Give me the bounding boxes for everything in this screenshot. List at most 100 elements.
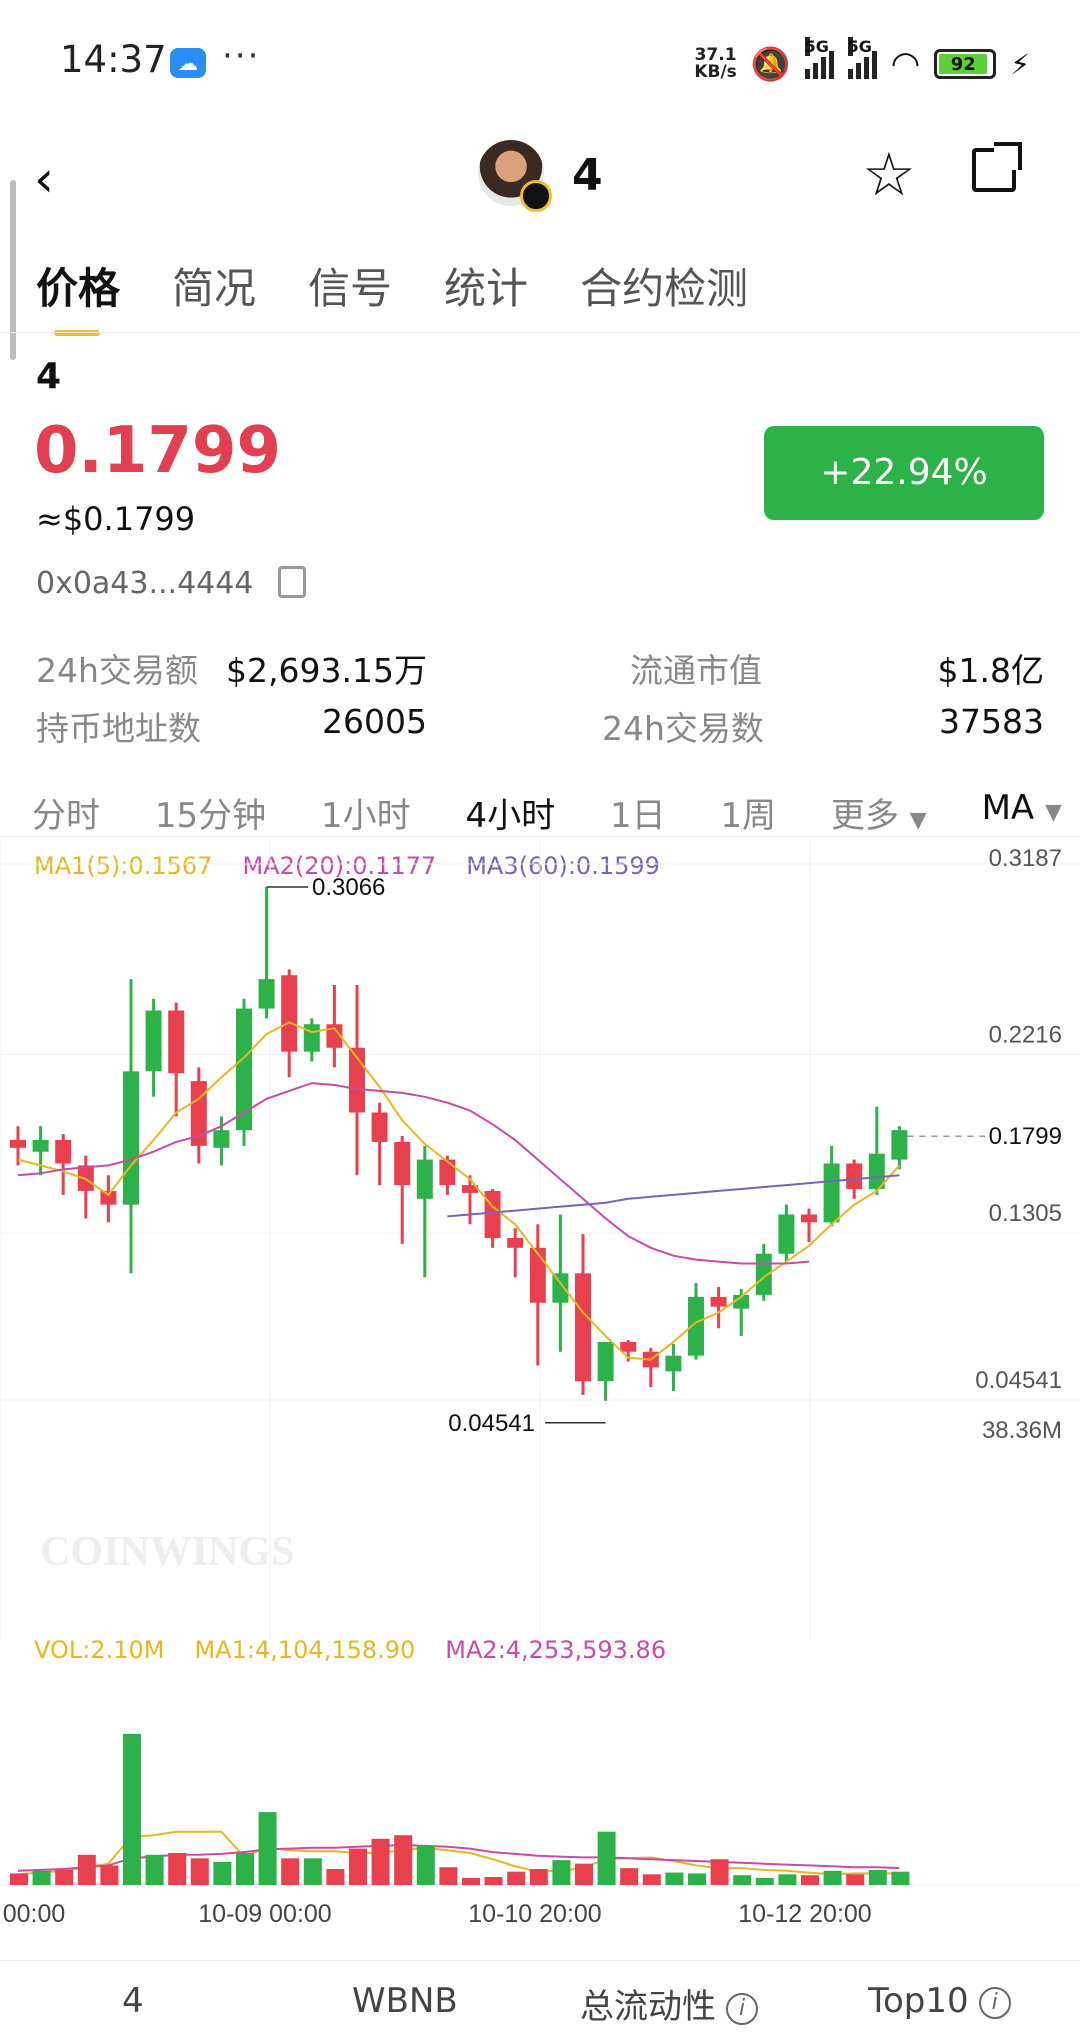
candle: [507, 1238, 524, 1248]
candle: [891, 1130, 908, 1160]
volume-bar: [32, 1870, 51, 1885]
volume-bar: [891, 1871, 910, 1885]
volume-bar: [77, 1854, 96, 1885]
candle: [801, 1214, 817, 1223]
vol24-value: $2,693.15万: [226, 651, 427, 690]
contract-address: 0x0a43...4444: [36, 566, 254, 601]
candle: [303, 1024, 320, 1052]
bottom-tab-liquidity[interactable]: 总流动性 i: [580, 1979, 758, 2028]
candle: [258, 979, 275, 1009]
x-tick-label: 00:00: [3, 1900, 66, 1928]
candle: [10, 1139, 26, 1148]
x-tick-label: 10-09 00:00: [198, 1900, 331, 1928]
mcap-label: 流通市值: [630, 651, 762, 690]
volume-bar: [145, 1854, 164, 1885]
volume-bar: [801, 1875, 819, 1885]
watermark: COINWINGS: [40, 1529, 294, 1575]
volume-bar: [733, 1875, 752, 1885]
candle: [439, 1159, 456, 1186]
share-icon[interactable]: [972, 142, 1022, 192]
low-label: 0.04541: [448, 1410, 535, 1437]
status-right: 37.1 KB/s 🔕 5G 5G ◠ 92 ⚡: [694, 37, 1030, 84]
tf-more[interactable]: 更多 ▼: [831, 788, 927, 837]
bottom-tabs: 4 WBNB 总流动性 i Top10 i: [0, 1960, 1080, 2040]
candle: [100, 1190, 117, 1205]
volume-bar: [846, 1874, 865, 1885]
status-bar: 14:37 ☁ ··· 37.1 KB/s 🔕 5G 5G ◠ 92 ⚡: [0, 0, 1080, 120]
volume-bar: [462, 1877, 480, 1885]
cloud-icon: ☁: [170, 48, 206, 78]
y-tick-label: 0.3187: [989, 845, 1062, 872]
candle: [168, 1010, 185, 1074]
timeframe-bar: 分时 15分钟 1小时 4小时 1日 1周 更多 ▼ MA ▼: [32, 788, 1062, 837]
volume-bar: [190, 1858, 209, 1885]
candle: [529, 1247, 546, 1303]
high-label: 0.3066: [312, 874, 385, 901]
candle: [552, 1273, 569, 1303]
tx24-value: 37583: [939, 702, 1044, 741]
signal-icon-1: 5G: [804, 37, 834, 79]
candle: [823, 1163, 840, 1223]
tab-signals[interactable]: 信号: [308, 255, 392, 336]
chevron-down-icon: ▼: [909, 808, 927, 833]
tab-stats[interactable]: 统计: [444, 255, 528, 336]
tf-ma[interactable]: MA ▼: [982, 788, 1062, 837]
volume-bar: [665, 1872, 684, 1885]
info-icon: i: [726, 1992, 758, 2025]
network-speed: 37.1 KB/s: [694, 45, 737, 82]
volume-bar: [100, 1865, 119, 1885]
divider: [0, 836, 1080, 837]
status-time: 14:37: [60, 38, 167, 81]
tf-1h[interactable]: 1小时: [321, 788, 411, 837]
volume-bar: [303, 1858, 322, 1885]
holders-label: 持币地址数: [36, 709, 201, 748]
kline-chart[interactable]: COINWINGS 0.3187 0.2216 0.1305 0.04541 0.179…: [0, 840, 1080, 1940]
tab-contract-check[interactable]: 合约检测: [580, 255, 748, 336]
x-tick-label: 10-12 20:00: [738, 1900, 871, 1928]
current-price-label: 0.1799: [989, 1123, 1062, 1150]
info-icon: i: [978, 1986, 1011, 2019]
candle: [575, 1273, 591, 1382]
tab-overview[interactable]: 简况: [172, 255, 256, 336]
mcap-value: $1.8亿: [937, 651, 1044, 690]
wifi-icon: ◠: [890, 44, 921, 84]
volume-bar: [642, 1874, 661, 1885]
volume-bar: [484, 1877, 503, 1885]
volume-bar: [778, 1874, 797, 1885]
signal-icon-2: 5G: [847, 37, 877, 79]
candle: [55, 1139, 72, 1164]
tf-1w[interactable]: 1周: [720, 788, 776, 837]
bottom-tab-token[interactable]: 4: [122, 1981, 144, 2021]
star-icon[interactable]: ☆: [862, 140, 916, 210]
volume-bar: [597, 1831, 616, 1885]
bottom-tab-wbnb[interactable]: WBNB: [352, 1981, 458, 2021]
price: 0.1799: [34, 414, 281, 488]
volume-bar: [55, 1869, 74, 1885]
candle: [665, 1355, 682, 1372]
volume-bar: [688, 1873, 706, 1885]
bottom-tab-top10[interactable]: Top10 i: [868, 1981, 1011, 2021]
tab-price[interactable]: 价格: [36, 255, 120, 336]
volume-bar: [168, 1853, 187, 1885]
candle: [123, 1071, 139, 1205]
tabs: 价格 简况 信号 统计 合约检测: [36, 255, 748, 336]
volume-bar: [710, 1859, 729, 1885]
page-title: 4: [572, 150, 603, 201]
candle: [846, 1163, 863, 1189]
volume-bar: [371, 1838, 390, 1885]
volume-bar: [529, 1869, 548, 1885]
volume-bar: [394, 1835, 413, 1885]
back-icon[interactable]: ‹: [34, 150, 54, 208]
volume-bar: [213, 1861, 232, 1885]
volume-bar: [10, 1873, 28, 1885]
tf-time[interactable]: 分时: [32, 788, 100, 837]
tf-4h[interactable]: 4小时: [465, 788, 555, 837]
tf-15m[interactable]: 15分钟: [155, 788, 266, 837]
copy-icon[interactable]: [278, 559, 319, 598]
tf-1d[interactable]: 1日: [610, 788, 666, 837]
y-tick-label: 0.1305: [989, 1200, 1062, 1227]
candle: [778, 1214, 795, 1254]
volume-bar: [823, 1870, 842, 1885]
volume-bar: [868, 1869, 887, 1885]
holders-value: 26005: [322, 702, 427, 741]
